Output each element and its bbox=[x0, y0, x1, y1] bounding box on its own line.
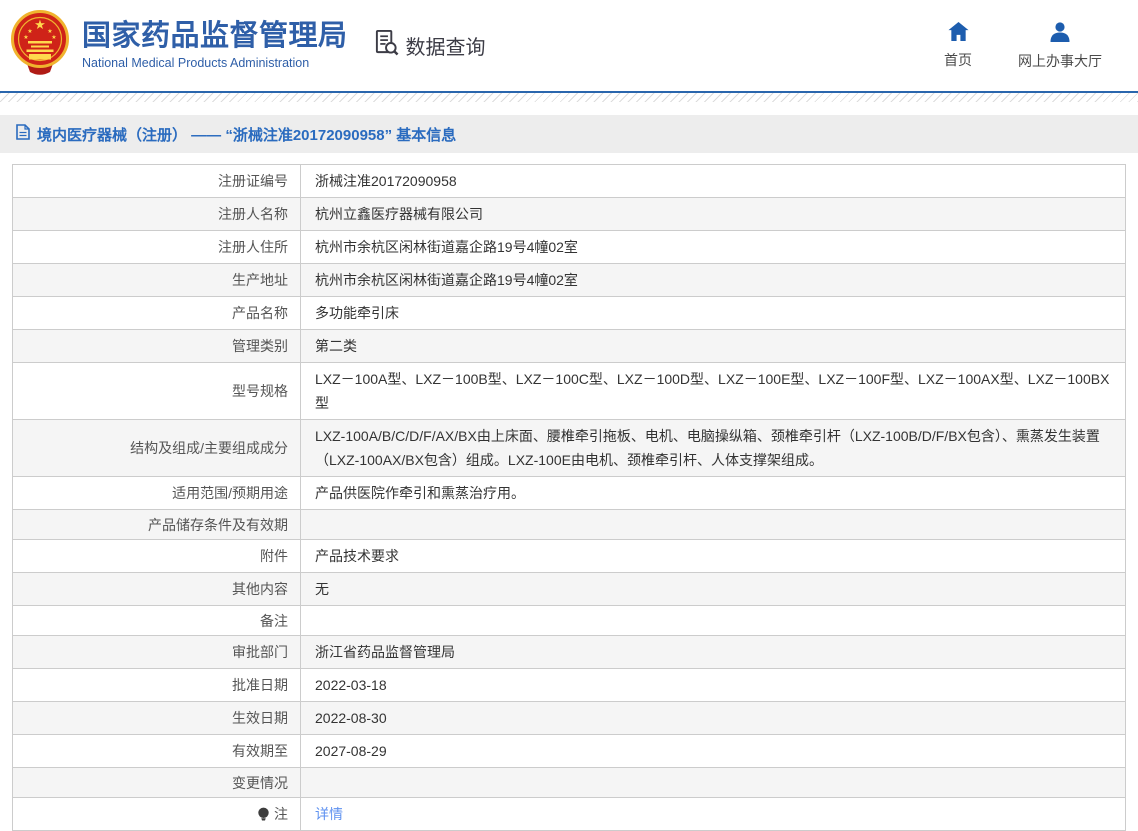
svg-text:★: ★ bbox=[47, 28, 52, 35]
page-title: 境内医疗器械（注册） —— “浙械注准20172090958” 基本信息 bbox=[37, 124, 456, 145]
row-label: 注册证编号 bbox=[13, 165, 301, 197]
detail-link[interactable]: 详情 bbox=[315, 802, 343, 826]
row-label: 管理类别 bbox=[13, 330, 301, 362]
nav-home[interactable]: 首页 bbox=[944, 21, 972, 71]
row-label: 产品储存条件及有效期 bbox=[13, 510, 301, 539]
note-label: 注 bbox=[274, 804, 288, 824]
data-query-button[interactable]: 数据查询 bbox=[374, 29, 486, 62]
logo-text: 国家药品监督管理局 National Medical Products Admi… bbox=[82, 21, 348, 70]
svg-text:★: ★ bbox=[51, 34, 56, 41]
row-value: 2022-08-30 bbox=[301, 702, 1125, 734]
nav-home-label: 首页 bbox=[944, 50, 972, 70]
svg-text:★: ★ bbox=[34, 17, 46, 32]
table-row-note: 注 详情 bbox=[13, 797, 1125, 830]
row-label: 备注 bbox=[13, 606, 301, 635]
row-value: 浙江省药品监督管理局 bbox=[301, 636, 1125, 668]
table-row: 产品名称 多功能牵引床 bbox=[13, 296, 1125, 329]
svg-text:★: ★ bbox=[23, 34, 28, 41]
row-value: 产品供医院作牵引和熏蒸治疗用。 bbox=[301, 477, 1125, 509]
document-icon bbox=[16, 124, 30, 145]
row-label: 适用范围/预期用途 bbox=[13, 477, 301, 509]
row-value-note: 详情 bbox=[301, 798, 1125, 830]
row-label: 审批部门 bbox=[13, 636, 301, 668]
row-value: 无 bbox=[301, 573, 1125, 605]
page-title-bar: 境内医疗器械（注册） —— “浙械注准20172090958” 基本信息 bbox=[0, 115, 1138, 153]
org-name-en: National Medical Products Administration bbox=[82, 56, 348, 70]
row-value: LXZ-100A/B/C/D/F/AX/BX由上床面、腰椎牵引拖板、电机、电脑操… bbox=[301, 420, 1125, 476]
table-row: 注册人名称 杭州立鑫医疗器械有限公司 bbox=[13, 197, 1125, 230]
data-query-label: 数据查询 bbox=[406, 31, 486, 60]
table-row: 有效期至 2027-08-29 bbox=[13, 734, 1125, 767]
row-value: 杭州立鑫医疗器械有限公司 bbox=[301, 198, 1125, 230]
row-label: 有效期至 bbox=[13, 735, 301, 767]
row-label: 批准日期 bbox=[13, 669, 301, 701]
row-label: 型号规格 bbox=[13, 363, 301, 419]
row-label: 生产地址 bbox=[13, 264, 301, 296]
table-row: 型号规格 LXZ－100A型、LXZ－100B型、LXZ－100C型、LXZ－1… bbox=[13, 362, 1125, 419]
table-row: 管理类别 第二类 bbox=[13, 329, 1125, 362]
table-row: 备注 bbox=[13, 605, 1125, 635]
document-search-icon bbox=[374, 29, 399, 62]
user-icon bbox=[1049, 21, 1071, 46]
row-value: 浙械注准20172090958 bbox=[301, 165, 1125, 197]
table-row: 附件 产品技术要求 bbox=[13, 539, 1125, 572]
info-table: 注册证编号 浙械注准20172090958 注册人名称 杭州立鑫医疗器械有限公司… bbox=[12, 164, 1126, 831]
row-value: 2027-08-29 bbox=[301, 735, 1125, 767]
nav-service-hall-label: 网上办事大厅 bbox=[1018, 51, 1102, 71]
row-value: 产品技术要求 bbox=[301, 540, 1125, 572]
table-row: 适用范围/预期用途 产品供医院作牵引和熏蒸治疗用。 bbox=[13, 476, 1125, 509]
row-value: 杭州市余杭区闲林街道嘉企路19号4幢02室 bbox=[301, 231, 1125, 263]
row-label: 注册人住所 bbox=[13, 231, 301, 263]
org-name-zh: 国家药品监督管理局 bbox=[82, 21, 348, 53]
row-label-note: 注 bbox=[13, 798, 301, 830]
home-icon bbox=[947, 21, 970, 45]
table-row: 生效日期 2022-08-30 bbox=[13, 701, 1125, 734]
lightbulb-icon bbox=[257, 807, 270, 822]
table-row: 审批部门 浙江省药品监督管理局 bbox=[13, 635, 1125, 668]
nmpa-logo[interactable]: ★ ★ ★ ★ ★ 国家药品监督管理局 National Medical Pro… bbox=[10, 9, 348, 82]
top-nav: 首页 网上办事大厅 bbox=[944, 21, 1138, 71]
table-row: 注册证编号 浙械注准20172090958 bbox=[13, 165, 1125, 197]
table-row: 产品储存条件及有效期 bbox=[13, 509, 1125, 539]
row-label: 其他内容 bbox=[13, 573, 301, 605]
row-label: 生效日期 bbox=[13, 702, 301, 734]
row-value: 杭州市余杭区闲林街道嘉企路19号4幢02室 bbox=[301, 264, 1125, 296]
table-row: 变更情况 bbox=[13, 767, 1125, 797]
row-value bbox=[301, 606, 1125, 635]
svg-text:★: ★ bbox=[27, 28, 32, 35]
row-label: 变更情况 bbox=[13, 768, 301, 797]
header-divider-hatch bbox=[0, 93, 1138, 102]
row-value: 多功能牵引床 bbox=[301, 297, 1125, 329]
table-row: 注册人住所 杭州市余杭区闲林街道嘉企路19号4幢02室 bbox=[13, 230, 1125, 263]
national-emblem-icon: ★ ★ ★ ★ ★ bbox=[10, 9, 70, 82]
row-value bbox=[301, 768, 1125, 797]
site-header: ★ ★ ★ ★ ★ 国家药品监督管理局 National Medical Pro… bbox=[0, 0, 1138, 91]
row-label: 结构及组成/主要组成成分 bbox=[13, 420, 301, 476]
row-label: 附件 bbox=[13, 540, 301, 572]
nav-service-hall[interactable]: 网上办事大厅 bbox=[1018, 21, 1102, 71]
table-row: 结构及组成/主要组成成分 LXZ-100A/B/C/D/F/AX/BX由上床面、… bbox=[13, 419, 1125, 476]
row-label: 产品名称 bbox=[13, 297, 301, 329]
row-label: 注册人名称 bbox=[13, 198, 301, 230]
table-row: 生产地址 杭州市余杭区闲林街道嘉企路19号4幢02室 bbox=[13, 263, 1125, 296]
table-row: 批准日期 2022-03-18 bbox=[13, 668, 1125, 701]
table-row: 其他内容 无 bbox=[13, 572, 1125, 605]
row-value: 2022-03-18 bbox=[301, 669, 1125, 701]
row-value: LXZ－100A型、LXZ－100B型、LXZ－100C型、LXZ－100D型、… bbox=[301, 363, 1125, 419]
row-value: 第二类 bbox=[301, 330, 1125, 362]
row-value bbox=[301, 510, 1125, 539]
